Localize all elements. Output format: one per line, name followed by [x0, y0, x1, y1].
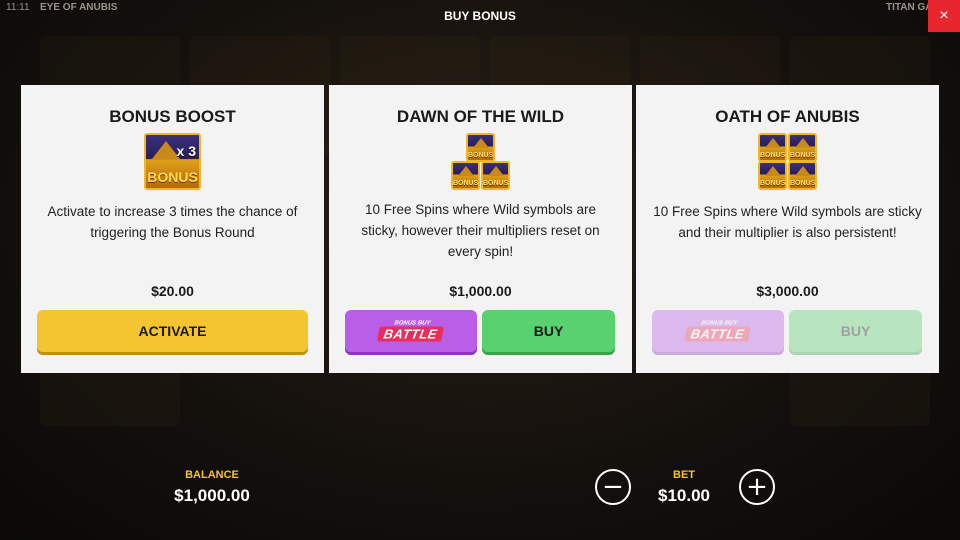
studio-name: TITAN GA [886, 2, 933, 13]
buy-button[interactable]: BUY [482, 310, 615, 352]
modal-title: BUY BONUS [444, 9, 516, 23]
card-price: $20.00 [151, 283, 194, 299]
balance-value: $1,000.00 [174, 486, 250, 505]
bonus-buy-battle-button[interactable]: BONUS BUY BATTLE [652, 310, 784, 352]
close-button[interactable]: × [928, 0, 960, 32]
increase-bet-button[interactable]: + [739, 469, 775, 505]
minus-icon: − [602, 472, 624, 502]
bet-value: $10.00 [658, 486, 710, 505]
card-price: $3,000.00 [756, 283, 819, 299]
card-title: DAWN OF THE WILD [396, 107, 565, 126]
bonus-card-oath-of-anubis: OATH OF ANUBIS BONUS BONUS BONUS BONUS 1… [636, 85, 939, 373]
plus-icon: + [746, 472, 768, 502]
card-title: BONUS BOOST [109, 107, 236, 126]
bet-label: BET [673, 469, 695, 481]
card-title: OATH OF ANUBIS [715, 107, 860, 126]
bonus-badge: BONUS [788, 133, 817, 162]
bonus-buy-battle-logo: BONUS BUY BATTLE [684, 321, 752, 342]
card-price: $1,000.00 [449, 283, 512, 299]
bonus-x3-icon: x 3 BONUS [21, 133, 324, 191]
bonus-buy-battle-button[interactable]: BONUS BUY BATTLE [345, 310, 477, 352]
card-description: 10 Free Spins where Wild symbols are sti… [361, 202, 600, 259]
card-description: 10 Free Spins where Wild symbols are sti… [653, 204, 922, 240]
card-description: Activate to increase 3 times the chance … [47, 204, 298, 240]
decrease-bet-button[interactable]: − [595, 469, 631, 505]
four-bonus-icon: BONUS BONUS BONUS BONUS [636, 133, 939, 191]
bonus-badge: x 3 BONUS [144, 133, 201, 190]
activate-button[interactable]: ACTIVATE [37, 310, 308, 352]
bonus-badge: BONUS [758, 161, 787, 190]
bonus-badge: BONUS [758, 133, 787, 162]
bonus-card-dawn-of-the-wild: DAWN OF THE WILD BONUS BONUS BONUS 10 Fr… [329, 85, 632, 373]
bonus-badge: BONUS [466, 133, 495, 162]
close-icon: × [939, 7, 949, 24]
three-bonus-icon: BONUS BONUS BONUS [329, 133, 632, 191]
bonus-badge: BONUS [451, 161, 480, 190]
bonus-buy-battle-logo: BONUS BUY BATTLE [377, 321, 445, 342]
bonus-badge: BONUS [788, 161, 817, 190]
bonus-badge: BONUS [481, 161, 510, 190]
buy-button[interactable]: BUY [789, 310, 922, 352]
balance-label: BALANCE [185, 469, 239, 481]
top-bar: 11:11 EYE OF ANUBIS BUY BONUS TITAN GA × [0, 0, 960, 32]
bonus-card-bonus-boost: BONUS BOOST x 3 BONUS Activate to increa… [21, 85, 324, 373]
